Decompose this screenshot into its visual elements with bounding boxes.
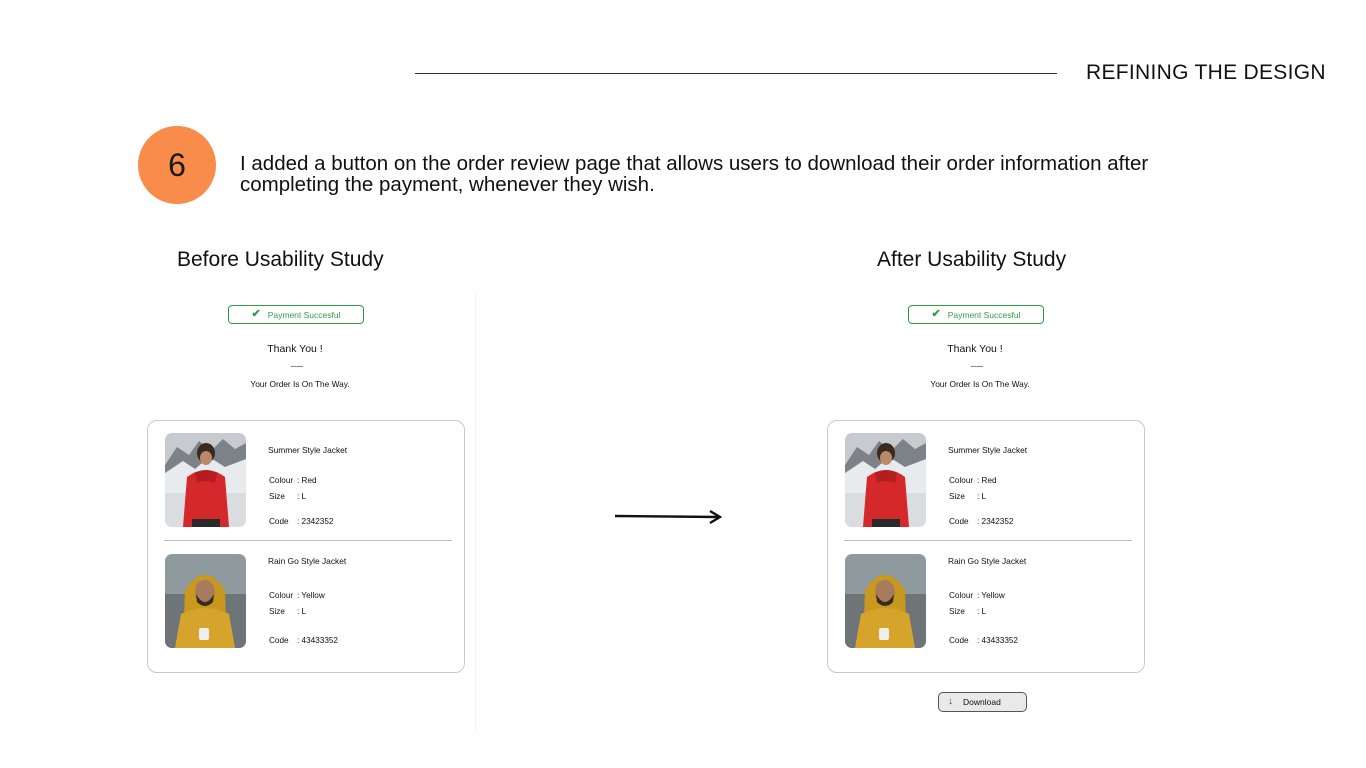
section-title: REFINING THE DESIGN	[1086, 61, 1326, 84]
payment-success-label: Payment Succesful	[947, 309, 1021, 320]
right-arrow-icon	[614, 509, 723, 525]
step-number-badge: 6	[138, 126, 216, 204]
order-item: Rain Go Style Jacket Colour: Yellow Size…	[148, 542, 464, 664]
short-divider	[291, 366, 303, 367]
order-item: Summer Style Jacket Colour: Red Size: L …	[148, 421, 464, 543]
order-item: Summer Style Jacket Colour: Red Size: L …	[828, 421, 1144, 543]
product-size: Size: L	[949, 607, 987, 616]
product-name: Summer Style Jacket	[948, 445, 1028, 455]
product-code: Code: 43433352	[269, 636, 338, 645]
item-divider	[164, 540, 452, 541]
after-screen: ✔ Payment Succesful Thank You ! Your Ord…	[825, 292, 1155, 732]
before-heading: Before Usability Study	[177, 248, 384, 271]
payment-success-badge: ✔ Payment Succesful	[908, 305, 1044, 324]
check-icon: ✔	[251, 308, 261, 320]
product-image-red-jacket	[165, 433, 246, 527]
thank-you-text: Thank You !	[267, 343, 323, 355]
product-name: Rain Go Style Jacket	[948, 556, 1027, 566]
download-arrow-icon: ↓	[948, 696, 953, 707]
download-label: Download	[963, 697, 1001, 707]
item-divider	[844, 540, 1132, 541]
check-icon: ✔	[931, 308, 941, 320]
product-image-red-jacket	[845, 433, 926, 527]
product-code: Code: 2342352	[269, 517, 334, 526]
payment-success-label: Payment Succesful	[267, 309, 341, 320]
product-image-yellow-jacket	[845, 554, 926, 648]
product-code: Code: 2342352	[949, 517, 1014, 526]
product-size: Size: L	[949, 492, 987, 501]
order-status-text: Your Order Is On The Way.	[250, 379, 350, 389]
product-colour: Colour: Yellow	[269, 591, 325, 600]
order-summary-card: Summer Style Jacket Colour: Red Size: L …	[147, 420, 465, 673]
product-name: Rain Go Style Jacket	[268, 556, 347, 566]
order-summary-card: Summer Style Jacket Colour: Red Size: L …	[827, 420, 1145, 673]
step-description: I added a button on the order review pag…	[240, 152, 1149, 196]
download-button[interactable]: ↓ Download	[938, 692, 1027, 712]
payment-success-badge: ✔ Payment Succesful	[228, 305, 364, 324]
product-name: Summer Style Jacket	[268, 445, 348, 455]
product-colour: Colour: Red	[269, 476, 317, 485]
after-heading: After Usability Study	[877, 248, 1067, 271]
header-divider	[415, 73, 1057, 74]
before-screen: ✔ Payment Succesful Thank You ! Your Ord…	[145, 292, 476, 732]
product-colour: Colour: Yellow	[949, 591, 1005, 600]
short-divider	[971, 366, 983, 367]
order-item: Rain Go Style Jacket Colour: Yellow Size…	[828, 542, 1144, 664]
thank-you-text: Thank You !	[947, 343, 1003, 355]
product-code: Code: 43433352	[949, 636, 1018, 645]
order-status-text: Your Order Is On The Way.	[930, 379, 1030, 389]
product-size: Size: L	[269, 607, 307, 616]
product-size: Size: L	[269, 492, 307, 501]
product-colour: Colour: Red	[949, 476, 997, 485]
product-image-yellow-jacket	[165, 554, 246, 648]
